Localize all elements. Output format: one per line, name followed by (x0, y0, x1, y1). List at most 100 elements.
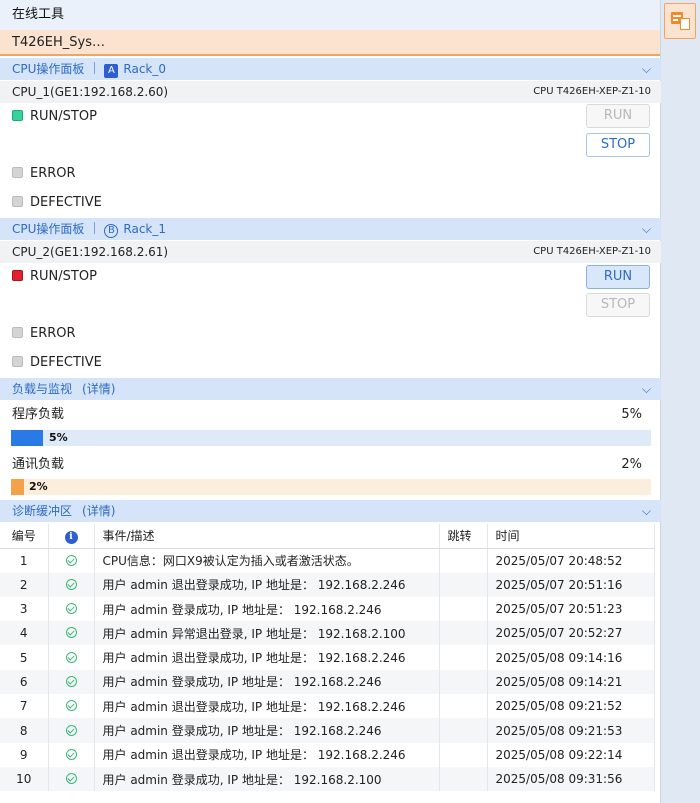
load-details-link[interactable]: (详情) (82, 382, 115, 396)
defective-indicator: DEFECTIVE (12, 354, 102, 372)
row-time: 2025/05/07 20:52:27 (487, 621, 655, 646)
col-desc[interactable]: 事件/描述 (94, 524, 440, 549)
row-number: 5 (0, 645, 49, 670)
col-no[interactable]: 编号 (0, 524, 49, 549)
row-jump[interactable] (439, 572, 488, 597)
status-led-icon (12, 356, 23, 367)
table-row[interactable]: 2 用户 admin 退出登录成功, IP 地址是： 192.168.2.246 2… (0, 572, 655, 597)
check-circle-icon (65, 700, 77, 712)
row-status (48, 718, 95, 743)
program-load-label: 程序负载 (12, 407, 65, 422)
row-description: 用户 admin 退出登录成功, IP 地址是： 192.168.2.246 (94, 572, 440, 597)
row-description: 用户 admin 登录成功, IP 地址是： 192.168.2.246 (94, 596, 440, 622)
run-stop-indicator: RUN/STOP (12, 108, 97, 126)
table-row[interactable]: 1 CPU信息：网口X9被认定为插入或者激活状态。 2025/05/07 20:48… (0, 548, 655, 573)
check-circle-icon (65, 773, 77, 785)
row-jump[interactable] (439, 621, 488, 646)
table-row[interactable]: 10 用户 admin 登录成功, IP 地址是： 192.168.2.100 20… (0, 766, 655, 792)
cpu-panel-title: CPU操作面板 (12, 62, 85, 76)
row-time: 2025/05/07 20:51:23 (487, 596, 655, 622)
defective-label: DEFECTIVE (30, 355, 102, 370)
panel-title: 在线工具 (0, 0, 660, 30)
divider (94, 222, 96, 234)
row-jump[interactable] (439, 766, 488, 792)
col-jump[interactable]: 跳转 (439, 524, 488, 549)
defective-indicator: DEFECTIVE (12, 194, 102, 212)
row-number: 10 (0, 766, 49, 792)
comm-load-bar-text: 2% (29, 480, 48, 493)
diag-buffer-header[interactable]: 诊断缓冲区 (详情) ⌵ (0, 500, 661, 522)
load-monitor-title: 负载与监视 (12, 382, 73, 396)
row-jump[interactable] (439, 645, 488, 670)
chevron-down-icon[interactable]: ⌵ (642, 500, 651, 522)
row-status (48, 548, 95, 573)
online-tool-icon[interactable] (664, 3, 696, 39)
status-led-icon (12, 167, 23, 178)
status-led-icon (12, 196, 23, 207)
device-tab[interactable]: T426EH_Sys… (0, 30, 660, 56)
row-time: 2025/05/07 20:51:16 (487, 572, 655, 597)
check-circle-icon (65, 554, 77, 566)
run-button[interactable]: RUN (586, 265, 650, 289)
defective-label: DEFECTIVE (30, 195, 102, 210)
stop-button[interactable]: STOP (586, 133, 650, 157)
row-time: 2025/05/08 09:21:52 (487, 694, 655, 719)
row-status (48, 596, 95, 622)
table-row[interactable]: 4 用户 admin 异常退出登录, IP 地址是： 192.168.2.100 2… (0, 621, 655, 646)
row-jump[interactable] (439, 548, 488, 573)
stop-button[interactable]: STOP (586, 293, 650, 317)
row-number: 4 (0, 621, 49, 646)
row-jump[interactable] (439, 694, 488, 719)
row-status (48, 645, 95, 670)
row-jump[interactable] (439, 596, 488, 622)
row-jump[interactable] (439, 742, 488, 767)
row-number: 1 (0, 548, 49, 573)
cpu-info-row: CPU_2(GE1:192.168.2.61) CPU T426EH-XEP-Z… (0, 241, 661, 263)
diag-buffer-title: 诊断缓冲区 (12, 504, 73, 518)
run-stop-label: RUN/STOP (30, 109, 97, 124)
cpu-model: CPU T426EH-XEP-Z1-10 (533, 86, 651, 97)
cpu-panel-header-rack0[interactable]: CPU操作面板 A Rack_0 ⌵ (0, 58, 661, 80)
chevron-down-icon[interactable]: ⌵ (642, 378, 651, 400)
error-indicator: ERROR (12, 325, 76, 343)
status-led-icon (12, 327, 23, 338)
table-row[interactable]: 3 用户 admin 登录成功, IP 地址是： 192.168.2.246 202… (0, 596, 655, 622)
right-rail (662, 0, 700, 803)
check-circle-icon (65, 578, 77, 590)
row-status (48, 669, 95, 695)
row-number: 7 (0, 694, 49, 719)
run-button[interactable]: RUN (586, 104, 650, 128)
diag-details-link[interactable]: (详情) (82, 504, 115, 518)
run-stop-indicator: RUN/STOP (12, 268, 97, 286)
chevron-down-icon[interactable]: ⌵ (642, 218, 651, 240)
row-jump[interactable] (439, 718, 488, 743)
table-row[interactable]: 7 用户 admin 退出登录成功, IP 地址是： 192.168.2.246 2… (0, 694, 655, 719)
col-time[interactable]: 时间 (487, 524, 655, 549)
row-jump[interactable] (439, 669, 488, 695)
row-time: 2025/05/08 09:14:16 (487, 645, 655, 670)
check-circle-icon (65, 724, 77, 736)
table-row[interactable]: 9 用户 admin 退出登录成功, IP 地址是： 192.168.2.246 2… (0, 742, 655, 767)
chevron-down-icon[interactable]: ⌵ (642, 58, 651, 80)
col-status[interactable]: i (48, 524, 95, 549)
error-label: ERROR (30, 166, 76, 181)
row-status (48, 621, 95, 646)
table-row[interactable]: 5 用户 admin 退出登录成功, IP 地址是： 192.168.2.246 2… (0, 645, 655, 670)
table-row[interactable]: 8 用户 admin 登录成功, IP 地址是： 192.168.2.246 202… (0, 718, 655, 743)
online-tools-panel: 在线工具 T426EH_Sys… CPU操作面板 A Rack_0 ⌵ CPU_1(… (0, 0, 661, 803)
program-load-bar: 5% (11, 430, 651, 446)
table-row[interactable]: 6 用户 admin 登录成功, IP 地址是： 192.168.2.246 202… (0, 669, 655, 695)
rack-a-icon: A (104, 64, 119, 78)
row-description: 用户 admin 退出登录成功, IP 地址是： 192.168.2.246 (94, 645, 440, 670)
rack-b-icon: B (104, 224, 119, 238)
cpu-info-row: CPU_1(GE1:192.168.2.60) CPU T426EH-XEP-Z… (0, 81, 661, 103)
cpu-panel-header-rack1[interactable]: CPU操作面板 B Rack_1 ⌵ (0, 218, 661, 240)
comm-load-bar: 2% (11, 479, 651, 495)
status-led-icon (12, 270, 23, 281)
row-number: 9 (0, 742, 49, 767)
row-status (48, 742, 95, 767)
rack-label: Rack_0 (123, 62, 167, 76)
load-monitor-header[interactable]: 负载与监视 (详情) ⌵ (0, 378, 661, 400)
row-description: CPU信息：网口X9被认定为插入或者激活状态。 (94, 548, 440, 573)
cpu-name: CPU_2(GE1:192.168.2.61) (12, 245, 169, 259)
